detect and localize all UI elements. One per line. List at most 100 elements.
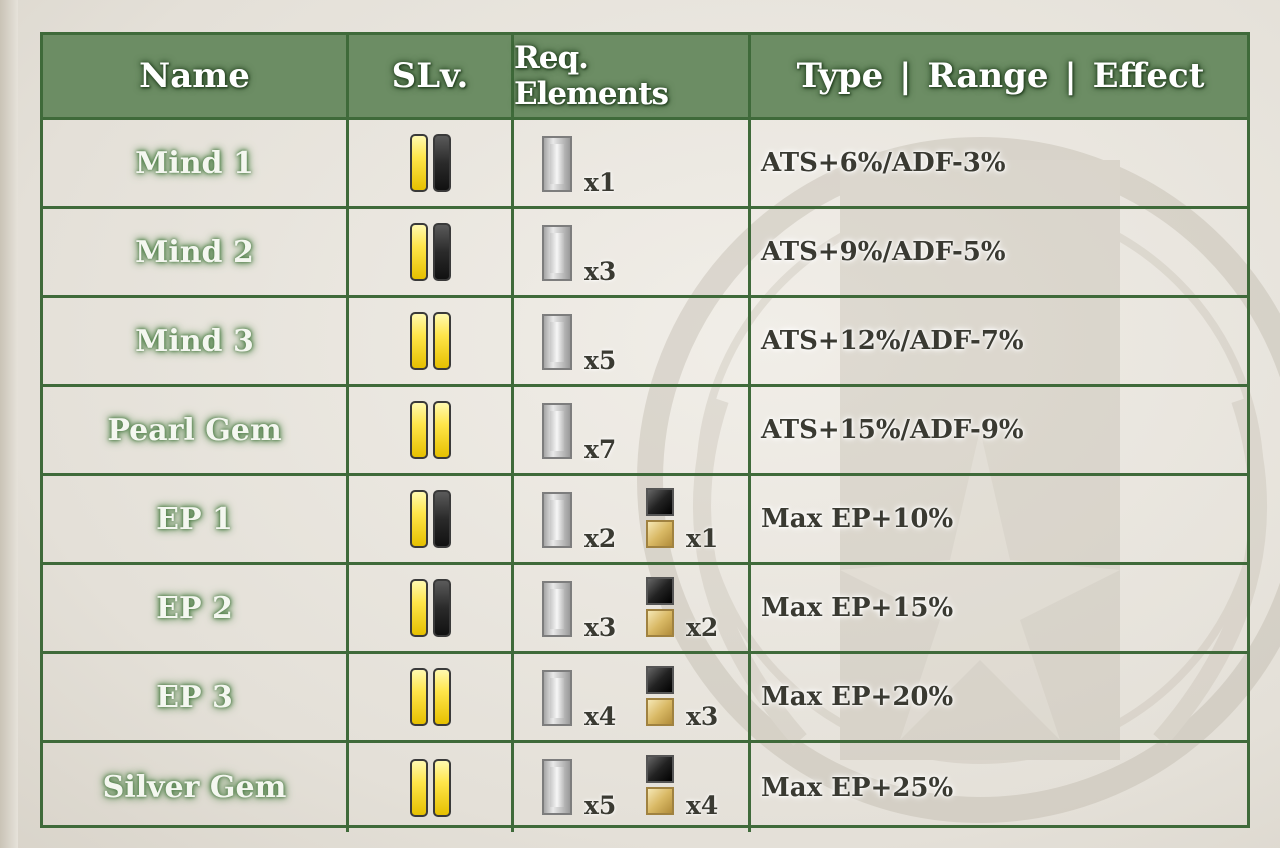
name-cell: EP 3 — [43, 654, 349, 740]
silver-element-icon — [542, 581, 572, 637]
slv-gauge-bar-2 — [432, 312, 451, 370]
silver-element-icon — [542, 136, 572, 192]
req-elements-cell: x5 — [514, 298, 751, 384]
slv-cell — [349, 387, 514, 473]
slv-gauge-bar-1 — [409, 312, 428, 370]
silver-element-icon — [542, 314, 572, 370]
header-effect: Type | Range | Effect — [796, 56, 1205, 96]
table-row: Pearl Gem x7 ATS+15%/ADF-9% — [43, 387, 1247, 476]
element-count-silver: x3 — [584, 613, 617, 642]
slv-gauge — [409, 134, 451, 192]
element-count-silver: x1 — [584, 168, 617, 197]
name-cell: Silver Gem — [43, 743, 349, 832]
req-elements-cell: x4 x3 — [514, 654, 751, 740]
quartz-table-page: Name SLv. Req. Elements Type | Range | E… — [0, 0, 1280, 848]
quartz-effect: ATS+6%/ADF-3% — [761, 148, 1006, 178]
black-element-icon — [646, 755, 674, 783]
req-elements-cell: x1 — [514, 120, 751, 206]
slv-gauge-bar-2 — [432, 134, 451, 192]
slv-gauge-bar-1 — [409, 758, 428, 817]
table-row: Mind 2 x3 ATS+9%/ADF-5% — [43, 209, 1247, 298]
slv-gauge — [409, 668, 451, 726]
header-slv: SLv. — [349, 35, 514, 117]
slv-cell — [349, 743, 514, 832]
quartz-name: Mind 2 — [135, 234, 254, 270]
black-element-icon — [646, 577, 674, 605]
quartz-effect: Max EP+20% — [761, 682, 954, 712]
table-row: Mind 3 x5 ATS+12%/ADF-7% — [43, 298, 1247, 387]
effect-cell: Max EP+10% — [751, 476, 1250, 562]
element-count-silver: x4 — [584, 702, 617, 731]
slv-gauge — [409, 312, 451, 370]
slv-gauge-bar-1 — [409, 401, 428, 459]
req-elements-cell: x2 x1 — [514, 476, 751, 562]
element-count-secondary: x4 — [686, 791, 719, 820]
slv-gauge — [409, 490, 451, 548]
black-element-icon — [646, 666, 674, 694]
req-elements-cell: x7 — [514, 387, 751, 473]
slv-cell — [349, 476, 514, 562]
quartz-name: EP 1 — [156, 501, 233, 537]
slv-gauge — [409, 579, 451, 637]
gold-element-icon — [646, 520, 674, 548]
element-count-silver: x5 — [584, 791, 617, 820]
effect-cell: ATS+9%/ADF-5% — [751, 209, 1250, 295]
name-cell: Mind 1 — [43, 120, 349, 206]
effect-cell: ATS+12%/ADF-7% — [751, 298, 1250, 384]
quartz-name: EP 3 — [156, 679, 233, 715]
effect-cell: ATS+15%/ADF-9% — [751, 387, 1250, 473]
quartz-name: EP 2 — [156, 590, 233, 626]
table-row: EP 1 x2 x1 Max EP+10% — [43, 476, 1247, 565]
black-element-icon — [646, 488, 674, 516]
slv-gauge-bar-1 — [409, 490, 428, 548]
gold-element-icon — [646, 787, 674, 815]
quartz-table: Name SLv. Req. Elements Type | Range | E… — [40, 32, 1250, 832]
quartz-name: Mind 3 — [135, 323, 254, 359]
element-count-silver: x2 — [584, 524, 617, 553]
gold-element-icon — [646, 609, 674, 637]
element-count-secondary: x2 — [686, 613, 719, 642]
quartz-effect: Max EP+25% — [761, 772, 954, 803]
element-count-secondary: x1 — [686, 524, 719, 553]
header-req-elements: Req. Elements — [514, 35, 751, 117]
silver-element-icon — [542, 670, 572, 726]
slv-cell — [349, 654, 514, 740]
slv-gauge-bar-1 — [409, 668, 428, 726]
name-cell: Pearl Gem — [43, 387, 349, 473]
req-elements-cell: x5 x4 — [514, 743, 751, 832]
quartz-effect: ATS+15%/ADF-9% — [761, 415, 1024, 445]
element-count-silver: x7 — [584, 435, 617, 464]
slv-gauge-bar-2 — [432, 758, 451, 817]
effect-cell: Max EP+20% — [751, 654, 1250, 740]
quartz-name: Pearl Gem — [107, 412, 282, 448]
silver-element-icon — [542, 759, 572, 815]
name-cell: EP 2 — [43, 565, 349, 651]
element-count-silver: x5 — [584, 346, 617, 375]
element-count-silver: x3 — [584, 257, 617, 286]
silver-element-icon — [542, 492, 572, 548]
name-cell: Mind 2 — [43, 209, 349, 295]
slv-cell — [349, 565, 514, 651]
silver-element-icon — [542, 225, 572, 281]
quartz-name: Mind 1 — [135, 145, 254, 181]
req-elements-cell: x3 — [514, 209, 751, 295]
effect-cell: Max EP+25% — [751, 743, 1250, 832]
gold-element-icon — [646, 698, 674, 726]
name-cell: Mind 3 — [43, 298, 349, 384]
slv-gauge-bar-1 — [409, 223, 428, 281]
table-row: EP 3 x4 x3 Max EP+20% — [43, 654, 1247, 743]
effect-cell: ATS+6%/ADF-3% — [751, 120, 1250, 206]
quartz-effect: Max EP+10% — [761, 504, 954, 534]
slv-gauge-bar-2 — [432, 490, 451, 548]
slv-cell — [349, 298, 514, 384]
slv-gauge-bar-2 — [432, 223, 451, 281]
slv-cell — [349, 209, 514, 295]
slv-gauge — [409, 401, 451, 459]
table-row: Mind 1 x1 ATS+6%/ADF-3% — [43, 120, 1247, 209]
quartz-effect: ATS+9%/ADF-5% — [761, 237, 1006, 267]
slv-gauge-bar-2 — [432, 668, 451, 726]
slv-gauge-bar-1 — [409, 579, 428, 637]
slv-gauge — [409, 758, 451, 817]
slv-gauge-bar-2 — [432, 401, 451, 459]
quartz-effect: ATS+12%/ADF-7% — [761, 326, 1024, 356]
